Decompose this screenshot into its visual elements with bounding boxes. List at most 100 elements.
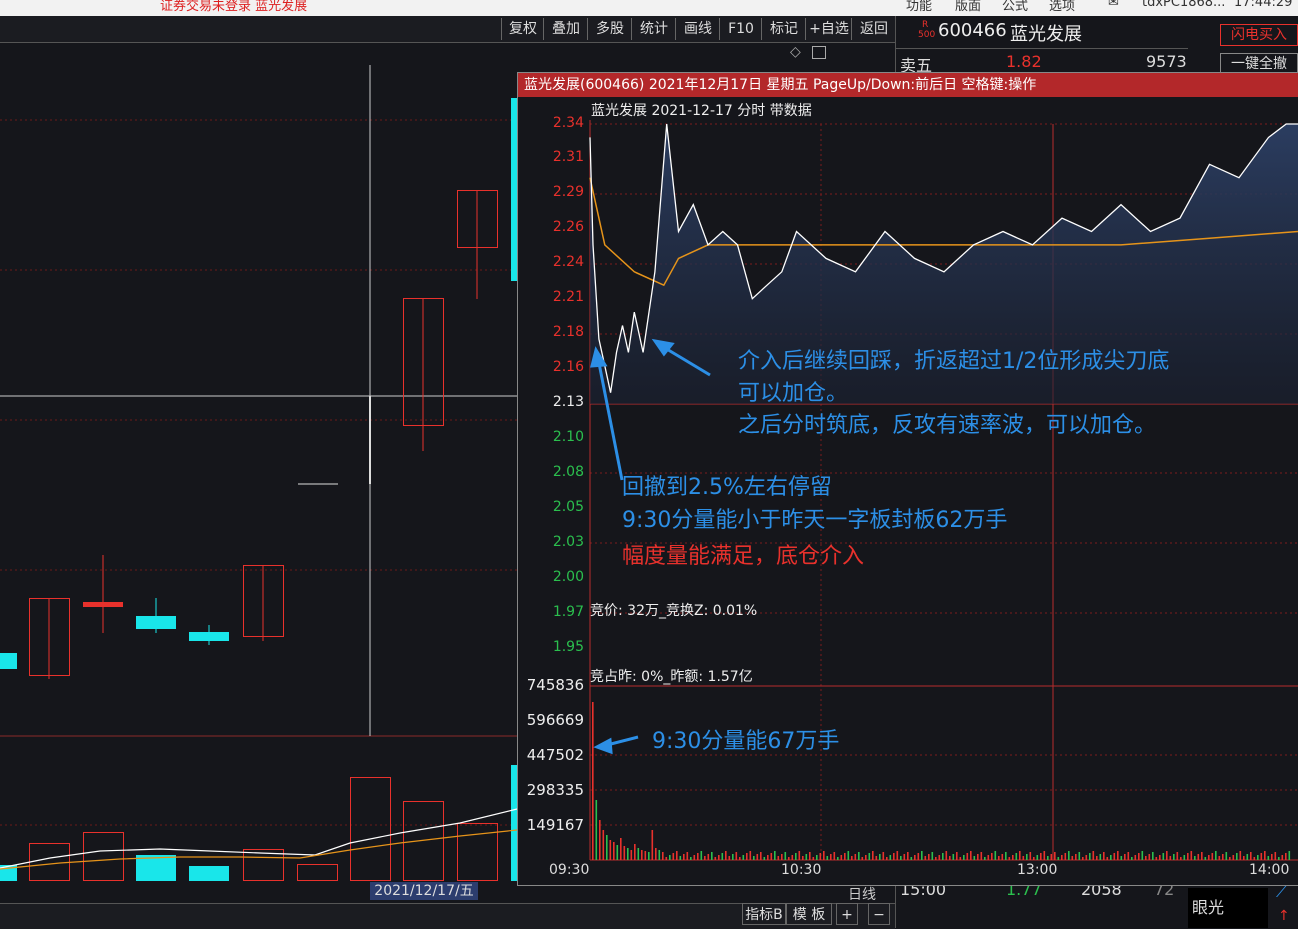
y-tick: 2.24 bbox=[552, 254, 584, 270]
x-tick: 09:30 bbox=[549, 862, 590, 878]
volume-bar bbox=[942, 853, 944, 860]
volume-bar bbox=[956, 852, 958, 860]
volume-bar bbox=[1019, 851, 1021, 860]
volume-bar bbox=[784, 852, 787, 860]
volume-bar bbox=[1117, 851, 1119, 860]
volume-bar bbox=[1103, 852, 1105, 860]
volume-bar bbox=[994, 851, 997, 860]
volume-bar bbox=[777, 856, 780, 860]
volume-bar bbox=[606, 835, 608, 860]
volume-bar bbox=[837, 857, 839, 860]
volume-bar bbox=[1236, 853, 1238, 860]
volume-bar bbox=[655, 848, 657, 860]
annotation-text: 可以加仓。 bbox=[738, 381, 849, 406]
y-tick: 2.34 bbox=[552, 115, 584, 131]
volume-bar bbox=[676, 851, 678, 860]
annotation-text: 9:30分量能67万手 bbox=[652, 729, 840, 754]
volume-bar bbox=[718, 855, 720, 860]
y-tick: 2.16 bbox=[552, 359, 584, 375]
annotation-text: 9:30分量能小于昨天一字板封板62万手 bbox=[622, 508, 1008, 533]
volume-bar bbox=[844, 853, 846, 860]
volume-bar bbox=[802, 856, 804, 860]
volume-bar bbox=[977, 854, 979, 860]
y-tick: 1.95 bbox=[552, 639, 584, 655]
volume-bar bbox=[1057, 857, 1060, 860]
volume-bar bbox=[753, 856, 755, 860]
volume-bar bbox=[714, 857, 717, 860]
annotation-text: 幅度量能满足，底仓介入 bbox=[622, 544, 865, 569]
volume-bar bbox=[763, 857, 766, 860]
volume-bar bbox=[1075, 854, 1077, 860]
volume-bar bbox=[735, 852, 738, 860]
volume-bar bbox=[949, 856, 951, 860]
volume-bar bbox=[795, 853, 797, 860]
volume-bar bbox=[1274, 852, 1277, 860]
volume-bar bbox=[900, 856, 902, 860]
volume-bar bbox=[816, 855, 818, 860]
volume-bar bbox=[623, 846, 626, 860]
volume-bar bbox=[1211, 853, 1214, 860]
volume-bar bbox=[637, 848, 640, 860]
volume-bar bbox=[984, 857, 986, 860]
volume-bar bbox=[1285, 853, 1287, 860]
volume-bar bbox=[1176, 852, 1179, 860]
volume-bar bbox=[627, 848, 629, 860]
annotation-text: 回撤到2.5%左右停留 bbox=[622, 475, 832, 500]
volume-bar bbox=[830, 854, 832, 860]
volume-bar bbox=[1208, 855, 1210, 860]
volume-bar bbox=[756, 854, 759, 860]
volume-bar bbox=[651, 830, 654, 860]
popup-subtitle: 蓝光发展 2021-12-17 分时 带数据 bbox=[591, 103, 812, 119]
volume-bar bbox=[613, 842, 615, 860]
volume-bar bbox=[1180, 857, 1182, 860]
volume-bar bbox=[683, 854, 685, 860]
y-tick: 1.97 bbox=[552, 604, 584, 620]
volume-bar bbox=[609, 840, 612, 860]
volume-bar bbox=[819, 853, 822, 860]
volume-bar bbox=[938, 855, 941, 860]
volume-bar bbox=[823, 851, 825, 860]
volume-bar bbox=[858, 852, 860, 860]
arrow-head bbox=[593, 737, 613, 755]
volume-bar bbox=[865, 855, 867, 860]
y-tick: 2.05 bbox=[552, 499, 584, 515]
volume-bar bbox=[760, 852, 762, 860]
volume-bar bbox=[882, 852, 885, 860]
volume-bar bbox=[697, 853, 699, 860]
y-tick: 2.00 bbox=[552, 569, 584, 585]
volume-bar bbox=[1260, 853, 1263, 860]
volume-bar bbox=[893, 853, 895, 860]
volume-bar bbox=[1050, 854, 1053, 860]
volume-bar bbox=[798, 851, 801, 860]
volume-bar bbox=[914, 855, 916, 860]
volume-bar bbox=[721, 853, 724, 860]
volume-bar bbox=[665, 857, 668, 860]
volume-bar bbox=[805, 854, 808, 860]
y-tick: 2.18 bbox=[552, 324, 584, 340]
volume-bar bbox=[1040, 853, 1042, 860]
volume-bar bbox=[861, 857, 864, 860]
volume-bar bbox=[781, 854, 783, 860]
volume-bar bbox=[1068, 851, 1070, 860]
volume-bar bbox=[1106, 857, 1109, 860]
volume-bar bbox=[1250, 852, 1252, 860]
vol-tick: 149167 bbox=[526, 816, 584, 834]
volume-bar bbox=[991, 853, 993, 860]
volume-bar bbox=[739, 857, 741, 860]
volume-bar bbox=[704, 856, 706, 860]
volume-bar bbox=[1120, 856, 1123, 860]
y-tick: 2.13 bbox=[552, 394, 584, 410]
volume-bar bbox=[1127, 852, 1130, 860]
volume-bar bbox=[1145, 856, 1147, 860]
volume-bar bbox=[742, 855, 745, 860]
volume-bar bbox=[959, 857, 962, 860]
volume-bar bbox=[1071, 856, 1074, 860]
volume-bar bbox=[648, 852, 650, 860]
volume-bar bbox=[896, 851, 899, 860]
volume-bar bbox=[791, 855, 794, 860]
volume-bar bbox=[1166, 851, 1168, 860]
volume-bar bbox=[847, 851, 850, 860]
y-tick: 2.10 bbox=[552, 429, 584, 445]
volume-bar bbox=[980, 852, 983, 860]
volume-bar bbox=[1138, 853, 1140, 860]
